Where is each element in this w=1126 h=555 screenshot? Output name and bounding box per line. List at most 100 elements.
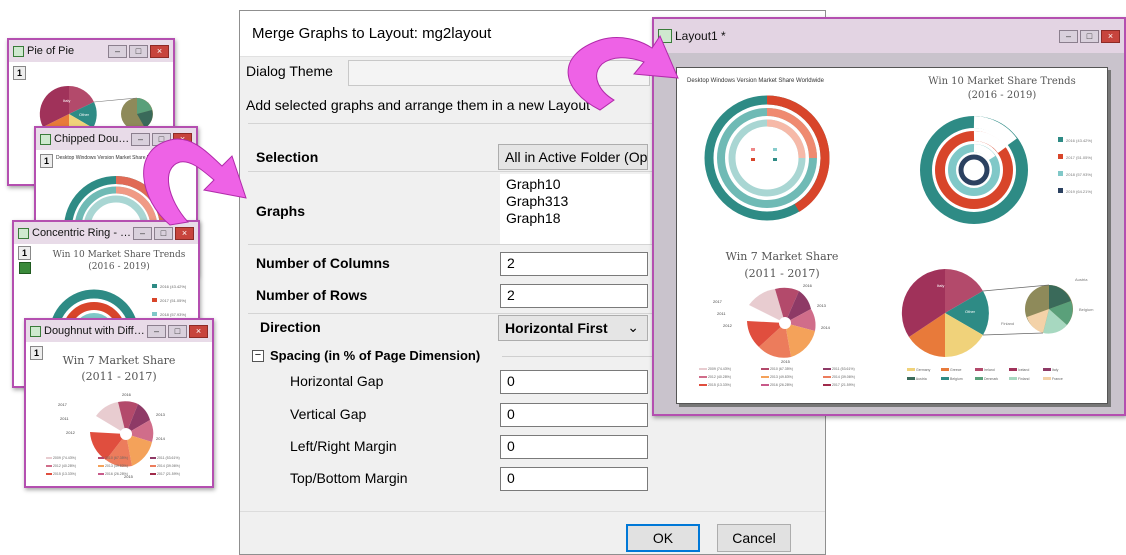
window-doughnut-different[interactable]: Doughnut with Differe... –□× 1 Win 7 Mar… (24, 318, 214, 488)
legend-label: 2009 (74.43%) (707, 367, 731, 371)
year-label: 2017 (713, 299, 723, 304)
legend-label: 2017 (21.59%) (831, 383, 855, 387)
slice-label: Finland (1001, 321, 1014, 326)
slice-label: Italy (937, 283, 944, 288)
vgap-label: Vertical Gap (290, 406, 367, 422)
graph-window-icon (40, 133, 51, 145)
graph2-title: Win 10 Market Share Trends (928, 76, 1076, 87)
columns-input[interactable]: 2 (500, 252, 648, 276)
minimize-button[interactable]: – (131, 132, 150, 146)
window-titlebar[interactable]: Layout1 * – □ × (654, 19, 1124, 53)
graph3-doughnut: 2017 2011 2012 2016 2013 2014 2015 (713, 283, 831, 363)
lr-margin-input[interactable]: 0 (500, 435, 648, 459)
list-item[interactable]: Graph18 (506, 210, 644, 227)
minimize-button[interactable]: – (1059, 29, 1078, 43)
graph-window-icon (18, 227, 29, 239)
divider (502, 356, 652, 357)
minimize-button[interactable]: – (147, 324, 166, 338)
chart-subtitle: (2016 - 2019) (88, 262, 150, 272)
direction-value: Horizontal First (505, 320, 608, 336)
legend-label: 2011 (53.61%) (831, 367, 855, 371)
legend-label: 2016 (26.28%) (769, 383, 793, 387)
selection-dropdown[interactable]: All in Active Folder (Op (498, 144, 648, 170)
maximize-button[interactable]: □ (1080, 29, 1099, 43)
spacing-section-label: Spacing (in % of Page Dimension) (270, 348, 481, 363)
dialog-theme-select[interactable] (348, 60, 650, 86)
legend-label: 2014 (39.06%) (156, 464, 180, 468)
graph2-concentric-ring: 2016 (43.42%) 2017 (51.05%) 2018 (57.93%… (920, 116, 1093, 224)
rows-label: Number of Rows (256, 287, 368, 303)
legend-label: 2018 (57.93%) (160, 312, 187, 317)
close-button[interactable]: × (189, 324, 208, 338)
legend-label: 2015 (13.33%) (707, 383, 731, 387)
year-label: 2014 (821, 325, 831, 330)
layer-index[interactable]: 1 (18, 246, 31, 260)
legend-label: 2015 (13.33%) (52, 472, 76, 476)
legend-label: 2016 (43.42%) (160, 284, 187, 289)
legend: 2009 (74.43%) 2010 (67.35%) 2011 (53.61%… (46, 454, 206, 478)
graphs-label: Graphs (256, 203, 306, 219)
window-title: Pie of Pie (27, 45, 75, 57)
list-item[interactable]: Graph313 (506, 193, 644, 210)
year-label: 2011 (717, 311, 726, 316)
legend-label: 2013 (49.83%) (104, 464, 128, 468)
window-layout[interactable]: Layout1 * – □ × Desktop Windows Version Ma… (652, 17, 1126, 416)
year-label: 2015 (781, 359, 791, 363)
legend-label: 2017 (21.59%) (156, 472, 180, 476)
year-label: 2012 (66, 430, 76, 435)
selection-label: Selection (256, 149, 319, 165)
graph3-subtitle: (2011 - 2017) (744, 267, 820, 280)
maximize-button[interactable]: □ (129, 44, 148, 58)
maximize-button[interactable]: □ (168, 324, 187, 338)
layout-window-icon (658, 29, 672, 43)
chart-title: Win 7 Market Share (62, 354, 176, 367)
legend-label: 2011 (53.61%) (156, 456, 180, 460)
year-label: 2014 (156, 436, 166, 441)
chevron-down-icon: ⌄ (627, 319, 639, 335)
close-button[interactable]: × (1101, 29, 1120, 43)
collapse-toggle-icon[interactable]: − (252, 350, 264, 362)
window-titlebar[interactable]: Chipped Doug... – □ × (36, 128, 196, 150)
chart-title: Win 10 Market Share Trends (52, 250, 186, 260)
year-label: 2016 (122, 392, 132, 397)
window-titlebar[interactable]: Concentric Ring - 2... – □ × (14, 222, 198, 244)
slice-label: Other (965, 309, 976, 314)
minimize-button[interactable]: – (108, 44, 127, 58)
legend-label: 2017 (51.05%) (1066, 155, 1093, 160)
rows-input[interactable]: 2 (500, 284, 648, 308)
cancel-button[interactable]: Cancel (717, 524, 791, 552)
legend-label: 2012 (40.28%) (707, 375, 731, 379)
tb-margin-input[interactable]: 0 (500, 467, 648, 491)
window-title: Concentric Ring - 2... (32, 227, 133, 239)
hgap-label: Horizontal Gap (290, 373, 384, 389)
dialog-theme-label: Dialog Theme (246, 63, 333, 79)
legend-label: Iceland (1017, 368, 1030, 372)
legend-label: 2009 (74.43%) (52, 456, 76, 460)
maximize-button[interactable]: □ (154, 226, 173, 240)
ok-button[interactable]: OK (626, 524, 700, 552)
window-titlebar[interactable]: Doughnut with Differe... –□× (26, 320, 212, 342)
graph1-chipped-doughnut (704, 95, 830, 221)
close-button[interactable]: × (173, 132, 192, 146)
slice-label: Italy (63, 98, 70, 103)
close-button[interactable]: × (175, 226, 194, 240)
maximize-button[interactable]: □ (152, 132, 171, 146)
legend-label: 2013 (49.83%) (769, 375, 793, 379)
graph3-legend: 2009 (74.43%) 2010 (67.35%) 2011 (53.61%… (699, 365, 899, 389)
minimize-button[interactable]: – (133, 226, 152, 240)
layout-page[interactable]: Desktop Windows Version Market Share Wor… (676, 67, 1108, 404)
legend-label: Austria (915, 377, 927, 381)
legend-label: Finland (1017, 377, 1030, 381)
window-titlebar[interactable]: Pie of Pie – □ × (9, 40, 173, 62)
vgap-input[interactable]: 0 (500, 403, 648, 427)
lock-icon[interactable] (19, 262, 31, 274)
list-item[interactable]: Graph10 (506, 176, 644, 193)
hgap-input[interactable]: 0 (500, 370, 648, 394)
legend-label: Italy (1051, 368, 1059, 372)
direction-dropdown[interactable]: Horizontal First ⌄ (498, 315, 648, 341)
close-button[interactable]: × (150, 44, 169, 58)
legend-label: Greece (949, 368, 962, 372)
year-label: 2013 (817, 303, 827, 308)
legend-label: 2014 (39.06%) (831, 375, 855, 379)
graphs-list[interactable]: Graph10 Graph313 Graph18 (500, 174, 650, 244)
